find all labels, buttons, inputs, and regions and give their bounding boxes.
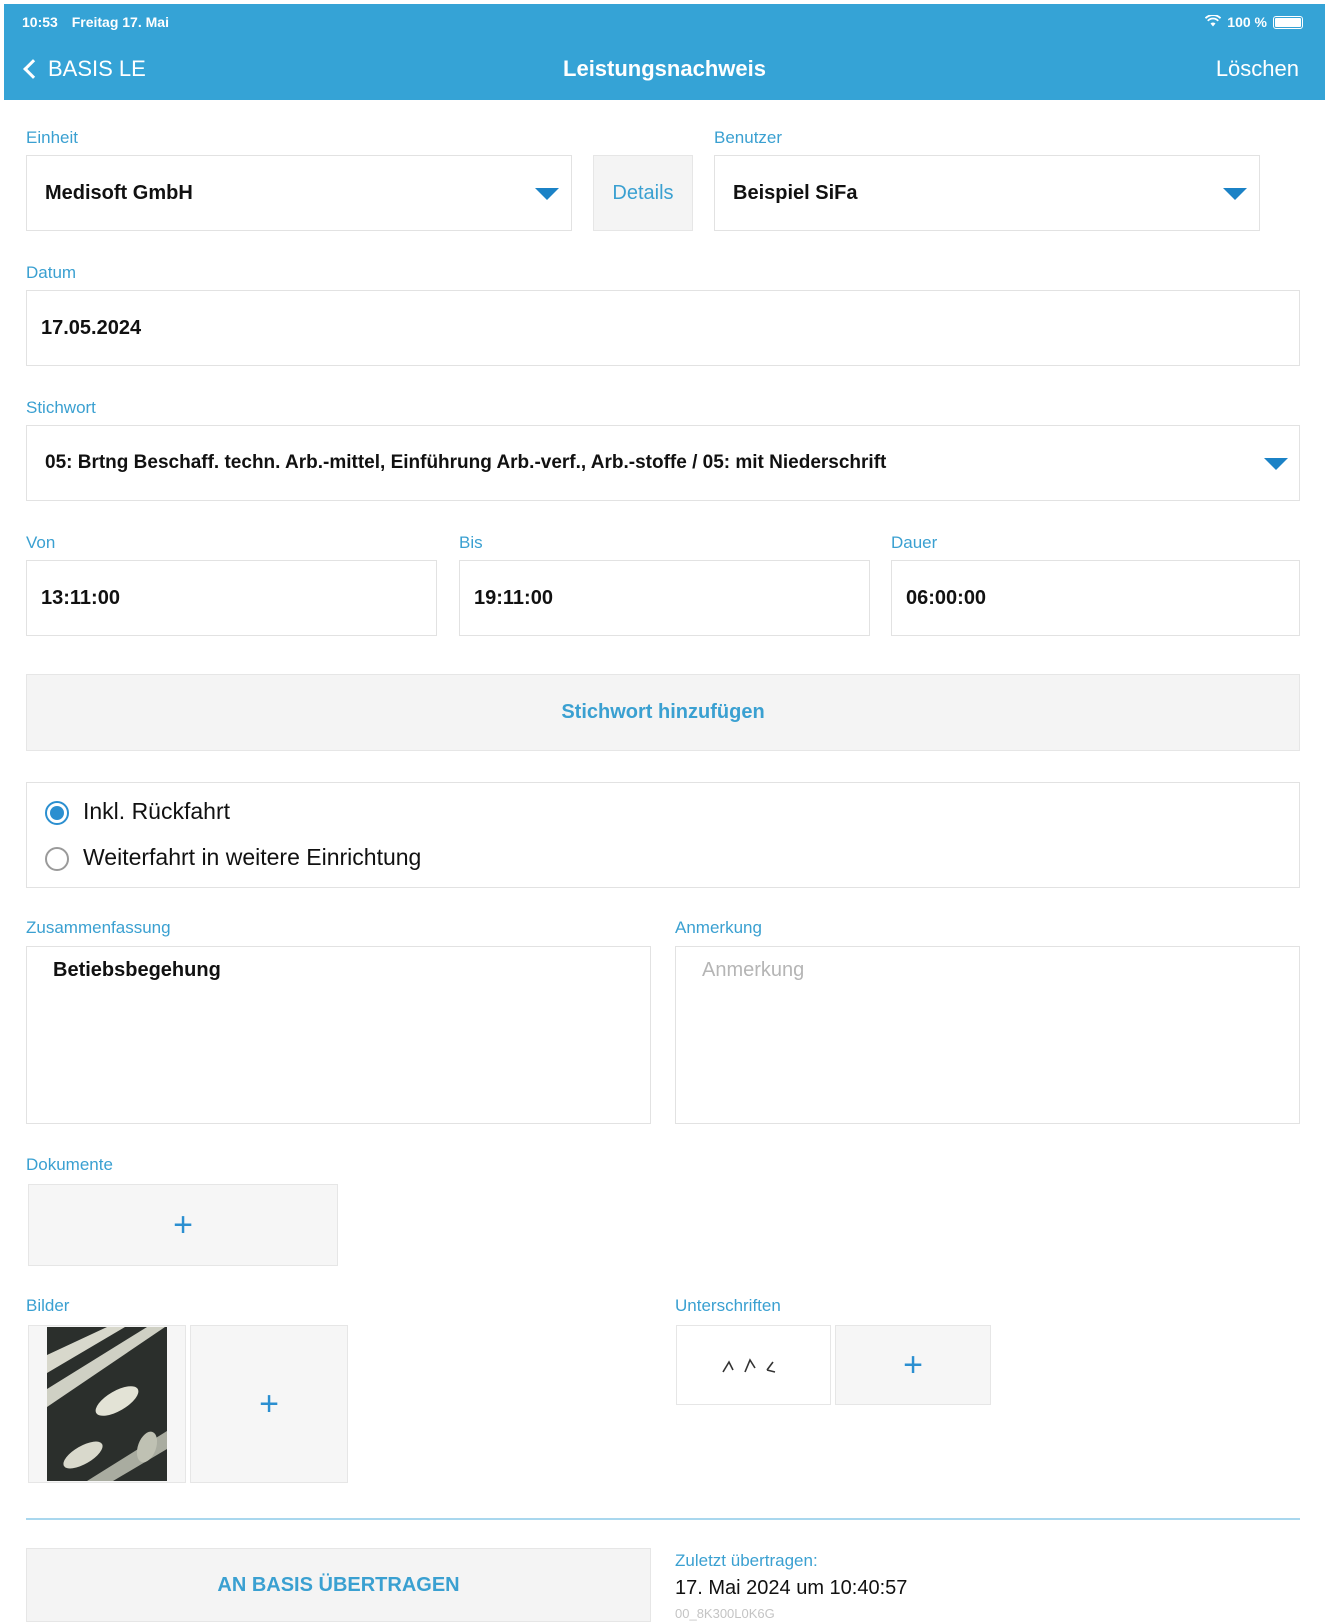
navigation-bar: 10:53 Freitag 17. Mai 100 % BASIS LE Lei… bbox=[4, 4, 1325, 100]
divider bbox=[26, 1518, 1300, 1520]
einheit-select[interactable]: Medisoft GmbH bbox=[26, 155, 572, 231]
zusammenfassung-value: Betiebsbegehung bbox=[53, 959, 221, 981]
radio-label-weiterfahrt: Weiterfahrt in weitere Einrichtung bbox=[83, 844, 422, 870]
status-date: Freitag 17. Mai bbox=[71, 14, 169, 30]
einheit-label: Einheit bbox=[26, 128, 78, 147]
photo-image bbox=[47, 1327, 167, 1481]
travel-option-group: Inkl. Rückfahrt Weiterfahrt in weitere E… bbox=[26, 782, 1300, 888]
dauer-value: 06:00:00 bbox=[906, 587, 987, 609]
anmerkung-textarea[interactable]: Anmerkung bbox=[675, 946, 1300, 1124]
unterschriften-label: Unterschriften bbox=[675, 1296, 781, 1315]
bilder-label: Bilder bbox=[26, 1296, 70, 1315]
bis-label: Bis bbox=[459, 533, 483, 552]
radio-label-inkl-rueckfahrt: Inkl. Rückfahrt bbox=[83, 798, 230, 824]
add-keyword-button[interactable]: Stichwort hinzufügen bbox=[26, 674, 1300, 751]
caret-down-icon bbox=[1264, 458, 1288, 470]
plus-icon: + bbox=[259, 1384, 279, 1423]
status-bar-right: 100 % bbox=[1205, 14, 1303, 30]
radio-weiterfahrt[interactable] bbox=[45, 847, 69, 871]
device-id: 00_8K300L0K6G bbox=[675, 1606, 775, 1621]
last-transfer-value: 17. Mai 2024 um 10:40:57 bbox=[675, 1577, 908, 1599]
signature-image bbox=[722, 1358, 776, 1373]
benutzer-value: Beispiel SiFa bbox=[733, 182, 858, 204]
dauer-field[interactable]: 06:00:00 bbox=[891, 560, 1300, 636]
plus-icon: + bbox=[173, 1205, 193, 1244]
anmerkung-placeholder: Anmerkung bbox=[702, 959, 805, 981]
bis-value: 19:11:00 bbox=[474, 587, 553, 609]
caret-down-icon bbox=[535, 188, 559, 200]
benutzer-label: Benutzer bbox=[714, 128, 783, 147]
von-field[interactable]: 13:11:00 bbox=[26, 560, 437, 636]
add-signature-button[interactable]: + bbox=[835, 1325, 991, 1405]
wifi-icon bbox=[1205, 14, 1222, 30]
dokumente-label: Dokumente bbox=[26, 1155, 113, 1174]
dauer-label: Dauer bbox=[891, 533, 938, 552]
status-time: 10:53 bbox=[22, 14, 58, 30]
add-image-button[interactable]: + bbox=[190, 1325, 348, 1483]
zusammenfassung-label: Zusammenfassung bbox=[26, 918, 171, 937]
datum-value: 17.05.2024 bbox=[41, 317, 142, 339]
von-label: Von bbox=[26, 533, 56, 552]
stichwort-label: Stichwort bbox=[26, 398, 96, 417]
battery-icon bbox=[1273, 15, 1303, 29]
datum-label: Datum bbox=[26, 263, 77, 282]
status-bar-left: 10:53 Freitag 17. Mai bbox=[22, 14, 179, 30]
datum-field[interactable]: 17.05.2024 bbox=[26, 290, 1300, 366]
stichwort-select[interactable]: 05: Brtng Beschaff. techn. Arb.-mittel, … bbox=[26, 425, 1300, 501]
page-title: Leistungsnachweis bbox=[563, 56, 766, 81]
transfer-button[interactable]: AN BASIS ÜBERTRAGEN bbox=[26, 1548, 651, 1622]
zusammenfassung-textarea[interactable]: Betiebsbegehung bbox=[26, 946, 651, 1124]
image-thumbnail[interactable] bbox=[28, 1325, 186, 1483]
radio-inkl-rueckfahrt[interactable] bbox=[45, 801, 69, 825]
caret-down-icon bbox=[1223, 188, 1247, 200]
plus-icon: + bbox=[903, 1345, 923, 1384]
einheit-value: Medisoft GmbH bbox=[45, 182, 193, 204]
add-document-button[interactable]: + bbox=[28, 1184, 338, 1266]
battery-percentage: 100 % bbox=[1227, 14, 1267, 30]
signature-thumbnail[interactable] bbox=[676, 1325, 831, 1405]
stichwort-value: 05: Brtng Beschaff. techn. Arb.-mittel, … bbox=[45, 452, 887, 473]
last-transfer-label: Zuletzt übertragen: bbox=[675, 1551, 818, 1570]
benutzer-select[interactable]: Beispiel SiFa bbox=[714, 155, 1260, 231]
anmerkung-label: Anmerkung bbox=[675, 918, 762, 937]
von-value: 13:11:00 bbox=[41, 587, 120, 609]
delete-button[interactable]: Löschen bbox=[1216, 56, 1299, 82]
details-button[interactable]: Details bbox=[593, 155, 693, 231]
bis-field[interactable]: 19:11:00 bbox=[459, 560, 870, 636]
